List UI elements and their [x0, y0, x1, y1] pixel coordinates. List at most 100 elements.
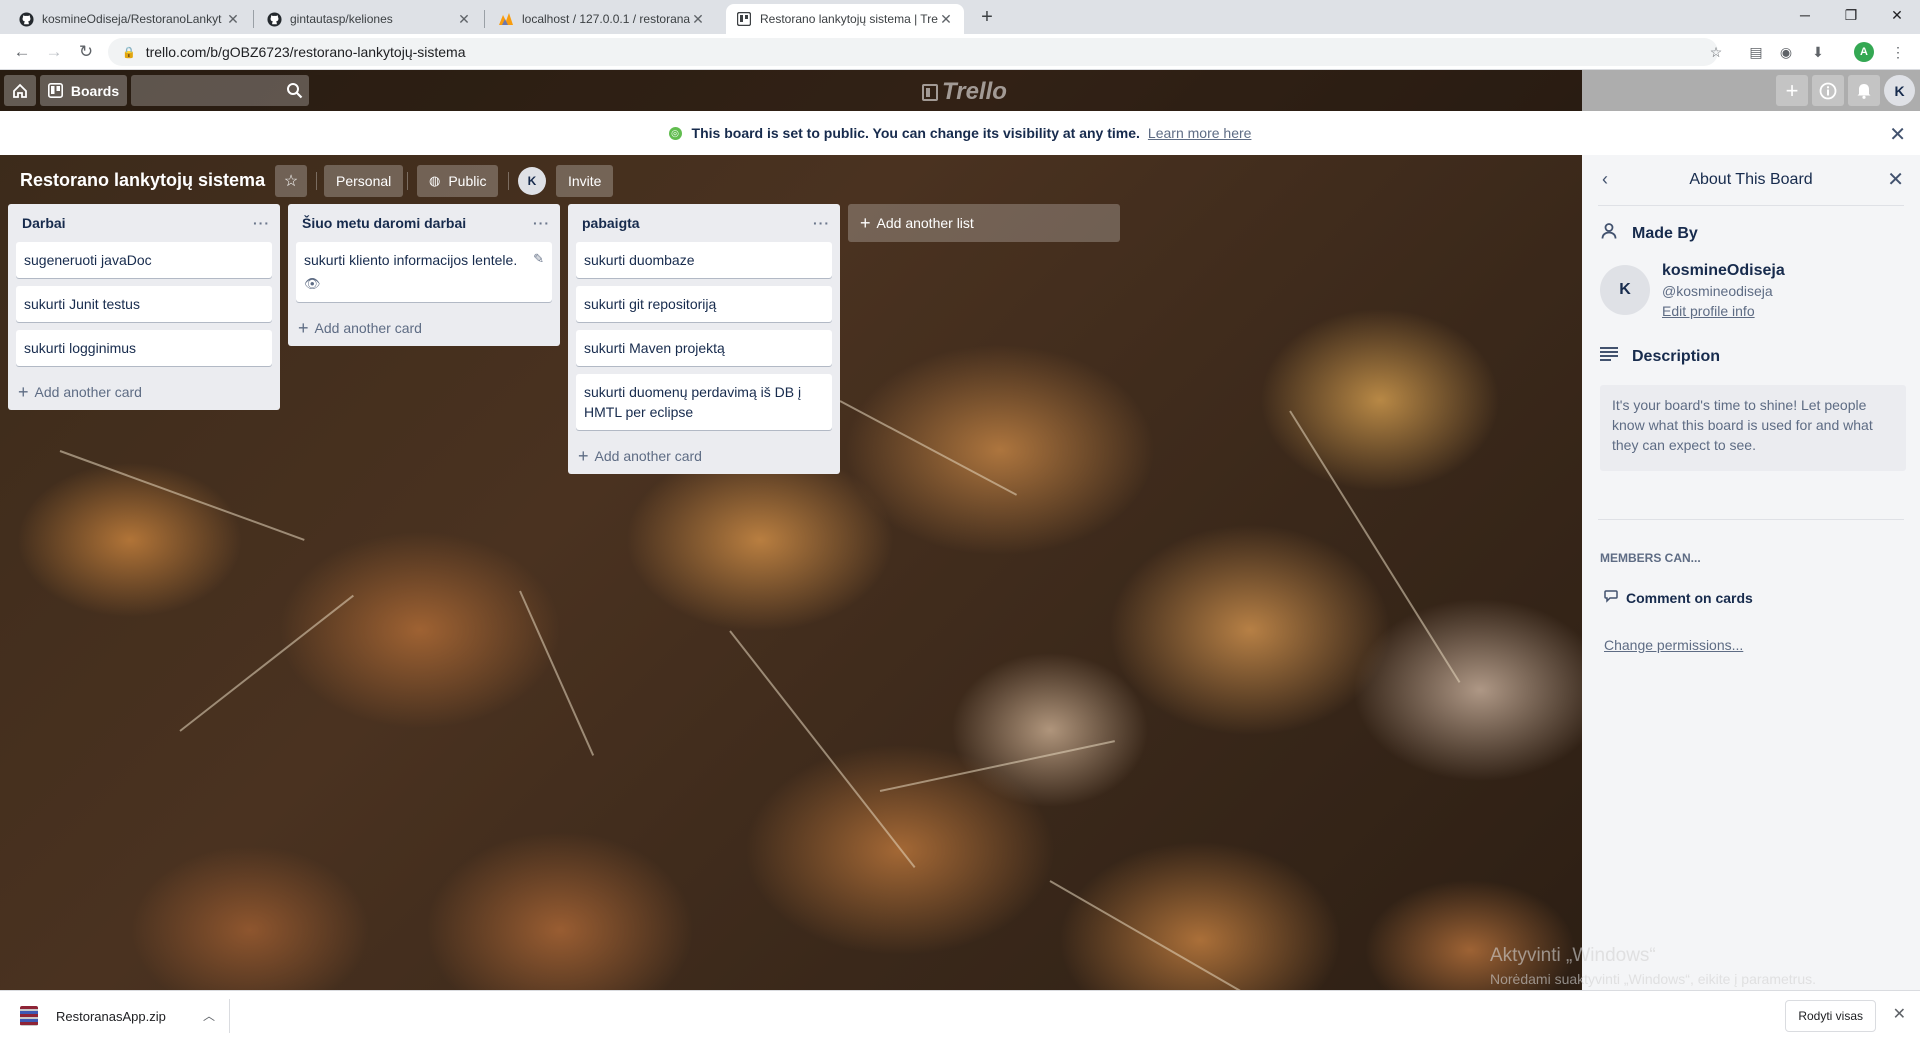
add-card-label: Add another card	[594, 448, 702, 464]
tab-title: Restorano lankytojų sistema | Tre	[760, 12, 938, 26]
forward-button[interactable]: →	[42, 40, 66, 64]
close-icon[interactable]: ✕	[225, 11, 241, 28]
globe-icon: ◎	[668, 126, 682, 140]
create-button[interactable]: +	[1776, 75, 1808, 106]
list-header[interactable]: Darbai ···	[8, 204, 280, 242]
minimize-button[interactable]: ─	[1782, 0, 1828, 30]
add-card-button[interactable]: + Add another card	[568, 438, 840, 474]
team-button[interactable]: Personal	[324, 165, 404, 197]
learn-more-link[interactable]: Learn more here	[1148, 125, 1252, 141]
close-icon[interactable]: ✕	[690, 11, 706, 28]
more-icon[interactable]: ···	[253, 215, 270, 231]
extension-doc-icon[interactable]: ▤	[1746, 42, 1766, 62]
reload-button[interactable]: ↻	[74, 40, 98, 64]
list-card[interactable]: sugeneruoti javaDoc	[16, 242, 272, 278]
description-field[interactable]: It's your board's time to shine! Let peo…	[1600, 385, 1906, 471]
more-icon[interactable]: ···	[813, 215, 830, 231]
bell-icon	[1857, 84, 1871, 99]
permission-label: Comment on cards	[1626, 589, 1753, 606]
browser-tab-active[interactable]: Restorano lankytojų sistema | Tre ✕	[726, 4, 964, 34]
comment-permission: Comment on cards	[1604, 589, 1753, 606]
new-tab-button[interactable]: +	[975, 6, 999, 29]
add-card-label: Add another card	[34, 384, 142, 400]
more-icon[interactable]: ···	[533, 215, 550, 231]
list-title[interactable]: Šiuo metu daromi darbai	[302, 215, 533, 231]
notifications-button[interactable]	[1848, 75, 1880, 106]
list-header[interactable]: pabaigta ···	[568, 204, 840, 242]
close-icon[interactable]: ✕	[1887, 167, 1904, 192]
public-board-banner: ◎ This board is set to public. You can c…	[0, 111, 1920, 155]
made-by-heading: Made By	[1600, 222, 1698, 245]
home-icon	[13, 83, 27, 98]
pencil-icon[interactable]: ✎	[533, 249, 544, 269]
browser-tab[interactable]: kosmineOdiseja/RestoranoLankyt ✕	[8, 4, 251, 34]
url-text: trello.com/b/gOBZ6723/restorano-lankytoj…	[145, 44, 466, 60]
card-title: sukurti Junit testus	[24, 296, 140, 312]
trello-logo[interactable]: Trello	[922, 78, 1007, 106]
list-card[interactable]: sukurti kliento informacijos lentele. ✎ …	[296, 242, 552, 302]
browser-tab[interactable]: localhost / 127.0.0.1 / restoranas ✕	[488, 4, 716, 34]
home-button[interactable]	[4, 75, 36, 106]
star-icon: ☆	[283, 173, 299, 190]
extension-circle-icon[interactable]: ◉	[1776, 42, 1796, 62]
creator-name[interactable]: kosmineOdiseja	[1662, 262, 1785, 280]
star-board-button[interactable]: ☆	[275, 165, 307, 197]
tab-divider	[484, 10, 485, 28]
close-icon[interactable]: ✕	[938, 11, 954, 28]
add-list-label: Add another list	[876, 215, 974, 231]
list-card[interactable]: sukurti duomenų perdavimą iš DB į HMTL p…	[576, 374, 832, 430]
card-title: sukurti kliento informacijos lentele.	[304, 252, 518, 268]
chevron-up-icon[interactable]: ︿	[203, 1007, 215, 1024]
plus-icon: +	[1785, 77, 1799, 103]
windows-activation-watermark: Aktyvinti „Windows“	[1490, 945, 1656, 966]
logo-text: Trello	[942, 78, 1007, 105]
divider	[1598, 519, 1904, 520]
window-close-button[interactable]: ✕	[1874, 0, 1920, 30]
divider	[316, 172, 317, 190]
list-card[interactable]: sukurti git repositoriją	[576, 286, 832, 322]
list-header[interactable]: Šiuo metu daromi darbai ···	[288, 204, 560, 242]
close-icon[interactable]: ✕	[1893, 1004, 1906, 1024]
search-input[interactable]	[131, 75, 309, 106]
creator-username: @kosmineodiseja	[1662, 283, 1773, 299]
extension-download-icon[interactable]: ⬇	[1808, 42, 1828, 62]
creator-avatar[interactable]: K	[1600, 265, 1650, 315]
plus-icon: +	[578, 445, 589, 466]
invite-button[interactable]: Invite	[556, 165, 614, 197]
list-card[interactable]: sukurti Junit testus	[16, 286, 272, 322]
comment-icon	[1604, 589, 1618, 606]
info-button[interactable]	[1812, 75, 1844, 106]
member-avatar[interactable]: K	[518, 167, 546, 195]
close-icon[interactable]: ✕	[1889, 122, 1906, 147]
profile-avatar[interactable]: A	[1854, 42, 1874, 62]
list-card[interactable]: sukurti logginimus	[16, 330, 272, 366]
info-icon	[1819, 82, 1837, 99]
chevron-left-icon[interactable]: ‹	[1602, 169, 1608, 190]
back-button[interactable]: ←	[10, 40, 34, 64]
board-title[interactable]: Restorano lankytojų sistema	[20, 170, 265, 191]
address-bar[interactable]: 🔒 trello.com/b/gOBZ6723/restorano-lankyt…	[108, 38, 1718, 66]
list-card[interactable]: sukurti Maven projektą	[576, 330, 832, 366]
close-icon[interactable]: ✕	[456, 11, 472, 28]
bookmark-star-icon[interactable]: ☆	[1706, 42, 1726, 62]
card-title: sukurti logginimus	[24, 340, 137, 356]
user-avatar[interactable]: K	[1884, 75, 1915, 106]
sidebar-title: About This Board	[1689, 171, 1813, 188]
visibility-button[interactable]: ◍ Public	[417, 165, 499, 197]
members-can-heading: MEMBERS CAN...	[1600, 551, 1701, 565]
add-card-button[interactable]: + Add another card	[8, 374, 280, 410]
browser-tab[interactable]: gintautasp/keliones ✕	[256, 4, 482, 34]
download-item[interactable]: RestoranasApp.zip ︿	[12, 999, 230, 1033]
add-list-button[interactable]: + Add another list	[848, 204, 1120, 242]
show-all-button[interactable]: Rodyti visas	[1785, 1000, 1876, 1032]
list-card[interactable]: sukurti duombaze	[576, 242, 832, 278]
maximize-button[interactable]: ❐	[1828, 0, 1874, 30]
list-title[interactable]: Darbai	[22, 215, 253, 231]
edit-profile-link[interactable]: Edit profile info	[1662, 303, 1755, 319]
list-title[interactable]: pabaigta	[582, 215, 813, 231]
add-card-button[interactable]: + Add another card	[288, 310, 560, 346]
change-permissions-link[interactable]: Change permissions...	[1604, 637, 1743, 653]
boards-button[interactable]: Boards	[40, 75, 127, 106]
menu-kebab-icon[interactable]: ⋮	[1888, 42, 1908, 62]
plus-icon: +	[860, 212, 871, 233]
